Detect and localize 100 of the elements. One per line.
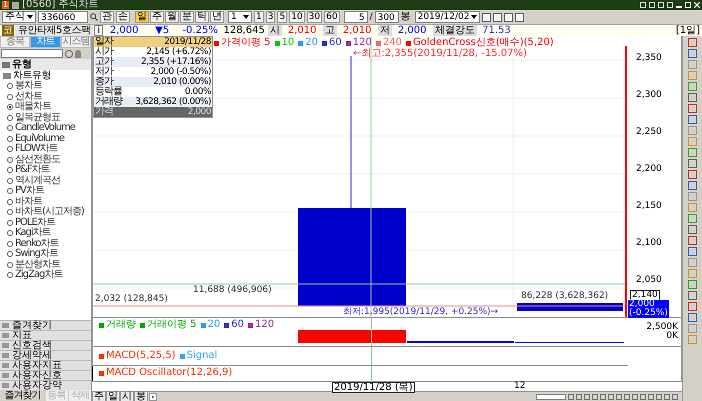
bottom-tab[interactable]: 주 xyxy=(92,391,106,401)
interval-button[interactable]: 60 xyxy=(324,11,340,23)
period-tab[interactable]: 년 xyxy=(210,11,224,23)
sidebar-tab[interactable]: 시스템 xyxy=(60,36,91,48)
radio-button[interactable] xyxy=(7,251,13,258)
period-tab[interactable]: 일 xyxy=(135,11,149,23)
quote-value: 2,000 xyxy=(396,25,428,36)
tree-item[interactable]: 역시계곡선 xyxy=(0,176,91,186)
quote-value: 2,010 xyxy=(342,25,372,36)
radio-button[interactable] xyxy=(7,240,13,247)
legend-label: Signal xyxy=(186,350,218,362)
radio-button[interactable] xyxy=(7,167,13,174)
radio-button[interactable] xyxy=(7,198,13,205)
tree-item[interactable]: Renko차트 xyxy=(0,238,91,249)
toolbar-button[interactable]: 손 xyxy=(116,11,130,23)
interval-dropdown[interactable]: 1 xyxy=(228,11,252,23)
tree-item[interactable]: P&F차트 xyxy=(0,165,91,176)
radio-button[interactable] xyxy=(7,220,13,226)
market-dropdown[interactable]: 주식 xyxy=(2,11,36,23)
info-value: 2,355 (+17.16%) xyxy=(140,57,211,67)
radio-button[interactable] xyxy=(7,262,13,268)
scroll-right-icon[interactable] xyxy=(149,392,157,400)
info-button[interactable]: i xyxy=(94,25,104,36)
scroll-bar[interactable] xyxy=(536,394,566,400)
bottom-tab[interactable]: 시 xyxy=(120,391,134,401)
tree-item[interactable]: 매물차트 xyxy=(0,102,91,112)
axis-label: 2,100 xyxy=(636,239,662,248)
legend-label: 20 xyxy=(208,319,220,331)
tree-item[interactable]: CandleVolume xyxy=(0,123,91,134)
folder-row[interactable]: 사용자신호 xyxy=(0,370,91,380)
tree-item[interactable]: POLE차트 xyxy=(0,218,91,228)
folder-label: 사용자지표 xyxy=(12,360,62,370)
radio-button[interactable] xyxy=(7,125,13,132)
folder-row[interactable]: 강세약세 xyxy=(0,350,91,360)
tree-item[interactable]: 바차트(시고저종) xyxy=(0,207,91,218)
refresh-icon[interactable] xyxy=(65,50,73,58)
interval-button[interactable]: 30 xyxy=(306,11,322,23)
period-tab[interactable]: 주 xyxy=(150,11,164,23)
period-tab[interactable]: 월 xyxy=(165,11,179,23)
tree-item[interactable]: ZigZag차트 xyxy=(0,270,91,280)
tree-item[interactable]: PV차트 xyxy=(0,186,91,196)
radio-button[interactable] xyxy=(7,83,13,90)
close-icon[interactable] xyxy=(694,2,700,8)
radio-button[interactable] xyxy=(7,136,13,142)
radio-button[interactable] xyxy=(7,209,13,216)
tree-item[interactable]: FLOW차트 xyxy=(0,144,91,154)
bottom-tab[interactable]: 봉 xyxy=(134,391,148,401)
period-tab[interactable]: 틱 xyxy=(195,11,209,23)
maximize-icon[interactable] xyxy=(685,2,691,8)
interval-button[interactable]: 10 xyxy=(289,11,305,23)
radio-button[interactable] xyxy=(7,146,13,152)
legend-label: 240 xyxy=(382,37,402,48)
tree-item-label: 역시계곡선 xyxy=(15,176,60,186)
minimize-icon[interactable] xyxy=(676,6,682,8)
tree-group[interactable]: 차트유형 xyxy=(13,70,51,80)
sidebar-button[interactable]: 즐겨찾기 xyxy=(0,390,44,401)
total-field[interactable]: 300 xyxy=(374,11,399,23)
interval-button[interactable]: 3 xyxy=(266,11,276,23)
tree-item[interactable]: 바차트 xyxy=(0,196,91,207)
search-field[interactable] xyxy=(1,49,63,58)
tree-item[interactable]: Kagi차트 xyxy=(0,228,91,238)
radio-button[interactable] xyxy=(7,272,13,278)
quote-label: 시 xyxy=(268,25,282,36)
date-dropdown[interactable]: 2019/12/02 xyxy=(414,11,480,23)
person-icon[interactable] xyxy=(75,50,81,58)
search-icon[interactable] xyxy=(90,13,98,21)
bottom-tab[interactable]: 일 xyxy=(106,391,120,401)
folder-row[interactable]: 사용자강약 xyxy=(0,380,91,390)
tree-item-label: POLE차트 xyxy=(15,218,55,228)
sidebar-tab[interactable]: 종목 xyxy=(0,36,30,48)
tree-item[interactable]: 일목균형표 xyxy=(0,112,91,123)
info-label: 거래량 xyxy=(95,97,122,107)
radio-button[interactable] xyxy=(7,178,13,184)
folder-row[interactable]: 신호검색 xyxy=(0,340,91,350)
interval-button[interactable]: 5 xyxy=(277,11,288,23)
folder-row[interactable]: 사용자지표 xyxy=(0,360,91,370)
radio-button[interactable] xyxy=(7,156,13,163)
folder-row[interactable]: 지표 xyxy=(0,330,91,340)
tree-item[interactable]: 분산형차트 xyxy=(0,260,91,270)
code-field[interactable]: 336060 xyxy=(38,11,88,23)
interval-button[interactable]: 1 xyxy=(254,11,264,23)
low-annotation: 최저:1,995(2019/11/29, +0.25%)→ xyxy=(343,308,498,317)
info-value: 2,145 (+6.72%) xyxy=(146,47,211,57)
radio-button[interactable] xyxy=(7,94,13,100)
radio-button[interactable] xyxy=(7,188,13,194)
radio-button[interactable] xyxy=(7,230,13,236)
tree-item[interactable]: EquiVolume xyxy=(0,134,91,144)
radio-button[interactable] xyxy=(7,114,13,121)
tree-item-label: Swing차트 xyxy=(15,249,58,260)
axis-label: 2,350 xyxy=(636,54,662,63)
folder-label: 사용자강약 xyxy=(12,380,62,390)
count-field[interactable]: 5 xyxy=(344,11,368,23)
radio-button[interactable] xyxy=(7,104,13,110)
tree-item[interactable]: 선차트 xyxy=(0,92,91,102)
tree-item[interactable]: 봉차트 xyxy=(0,81,91,92)
toolbar-button[interactable]: 관 xyxy=(100,11,114,23)
period-tab[interactable]: 분 xyxy=(180,11,194,23)
folder-row[interactable]: 즐겨찾기 xyxy=(0,320,91,330)
tree-item[interactable]: Swing차트 xyxy=(0,249,91,260)
tree-item[interactable]: 삼선전환도 xyxy=(0,154,91,165)
